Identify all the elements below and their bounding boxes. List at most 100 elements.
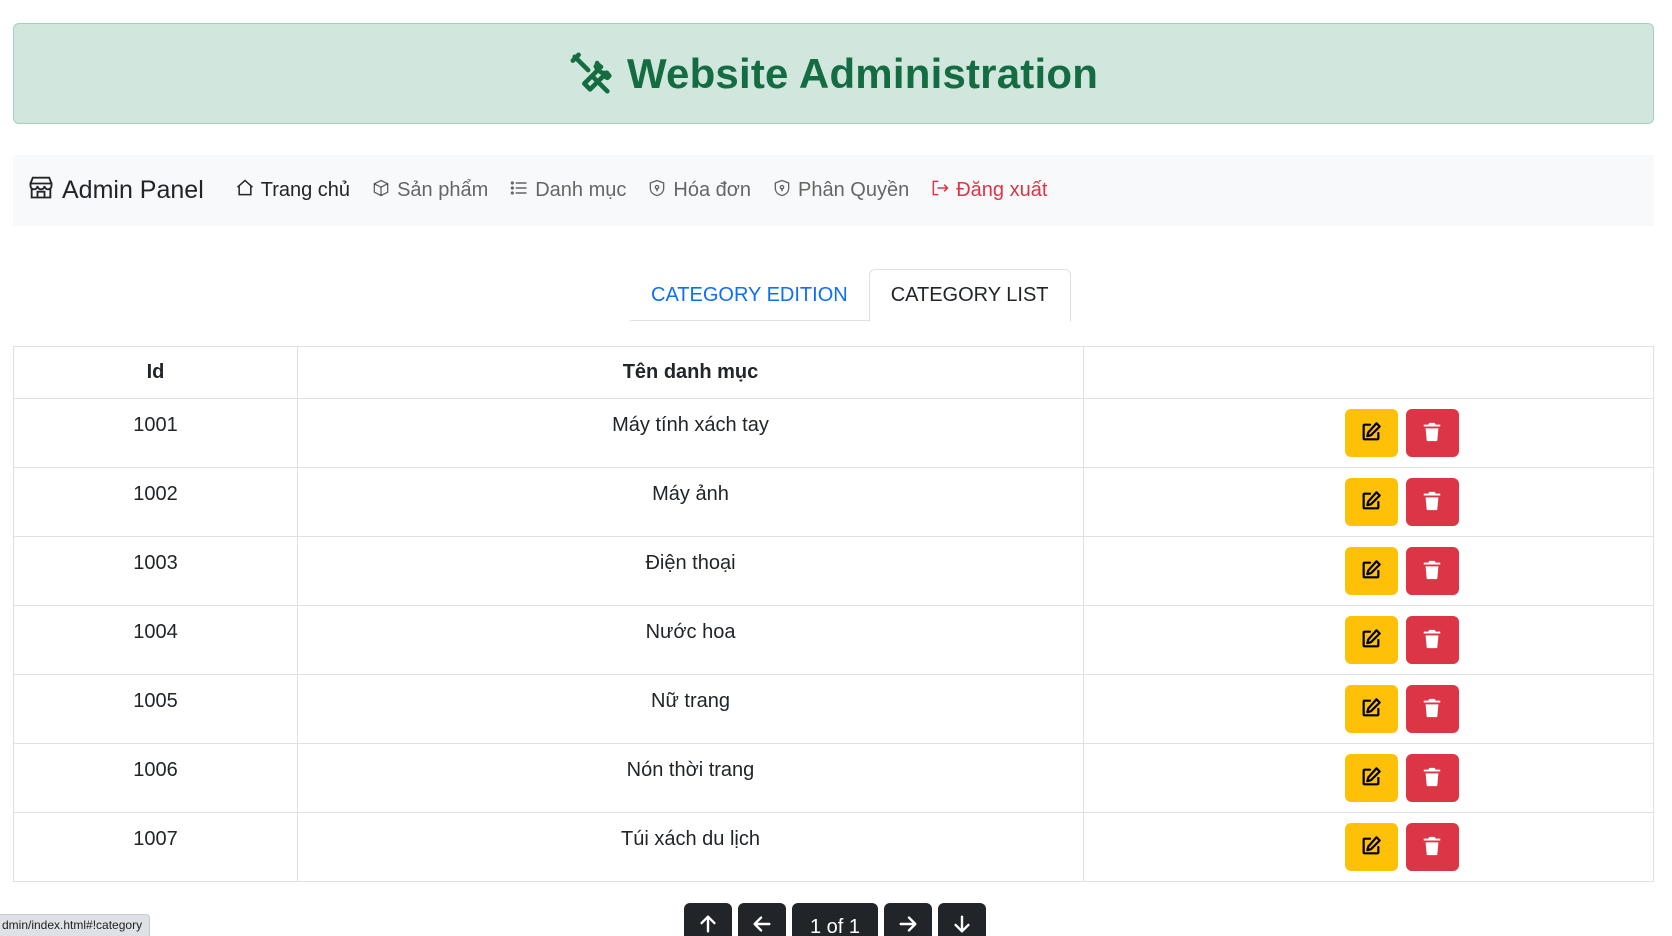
trash-icon — [1421, 490, 1443, 515]
cell-name: Nước hoa — [297, 605, 1084, 675]
edit-icon — [1360, 766, 1382, 791]
category-table: Id Tên danh mục 1001 Máy tính xách tay 100… — [13, 346, 1654, 882]
nav-invoices-label: Hóa đơn — [673, 179, 751, 201]
shield-icon — [647, 178, 667, 204]
edit-button[interactable] — [1344, 754, 1398, 802]
edit-icon — [1360, 835, 1382, 860]
edit-button[interactable] — [1344, 616, 1398, 664]
cell-id: 1003 — [13, 536, 298, 606]
edit-icon — [1360, 628, 1382, 653]
delete-button[interactable] — [1405, 547, 1459, 595]
trash-icon — [1421, 559, 1443, 584]
page-title: Website Administration — [626, 49, 1099, 97]
cell-actions — [1083, 467, 1654, 537]
cell-actions — [1083, 536, 1654, 606]
brand[interactable]: Admin Panel — [27, 173, 204, 208]
trash-icon — [1421, 421, 1443, 446]
table-row: 1004 Nước hoa — [13, 605, 1654, 675]
last-page-button[interactable] — [938, 903, 986, 936]
arrow-left-icon — [751, 913, 773, 936]
shield-icon — [772, 178, 792, 204]
table-row: 1006 Nón thời trang — [13, 743, 1654, 813]
trash-icon — [1421, 697, 1443, 722]
arrow-down-icon — [951, 913, 973, 936]
column-header-id: Id — [13, 346, 298, 399]
cell-actions — [1083, 674, 1654, 744]
delete-button[interactable] — [1405, 754, 1459, 802]
column-header-actions — [1083, 346, 1654, 399]
arrow-right-icon — [897, 913, 919, 936]
nav-permissions-label: Phân Quyền — [798, 179, 910, 201]
edit-icon — [1360, 421, 1382, 446]
prev-page-button[interactable] — [738, 903, 786, 936]
edit-button[interactable] — [1344, 547, 1398, 595]
table-row: 1007 Túi xách du lịch — [13, 812, 1654, 882]
page-indicator: 1 of 1 — [792, 903, 878, 936]
edit-button[interactable] — [1344, 685, 1398, 733]
delete-button[interactable] — [1405, 823, 1459, 871]
nav-home[interactable]: Trang chủ — [235, 178, 350, 204]
cell-actions — [1083, 812, 1654, 882]
cell-actions — [1083, 605, 1654, 675]
edit-icon — [1360, 490, 1382, 515]
nav-logout-label: Đăng xuất — [956, 179, 1048, 201]
pagination: 1 of 1 — [684, 903, 986, 936]
logout-icon — [930, 178, 950, 204]
delete-button[interactable] — [1405, 685, 1459, 733]
nav-products[interactable]: Sản phẩm — [371, 178, 488, 204]
header-banner: Website Administration — [13, 23, 1654, 124]
brand-label: Admin Panel — [62, 176, 204, 204]
cell-name: Nữ trang — [297, 674, 1084, 744]
table-row: 1005 Nữ trang — [13, 674, 1654, 744]
edit-icon — [1360, 697, 1382, 722]
table-row: 1002 Máy ảnh — [13, 467, 1654, 537]
house-icon — [235, 178, 255, 204]
cell-id: 1007 — [13, 812, 298, 882]
delete-button[interactable] — [1405, 478, 1459, 526]
cell-id: 1006 — [13, 743, 298, 813]
nav-categories[interactable]: Danh mục — [509, 178, 626, 204]
trash-icon — [1421, 628, 1443, 653]
tab-category-edition[interactable]: CATEGORY EDITION — [630, 269, 869, 321]
main-navbar: Admin Panel Trang chủ Sản phẩm Danh mục … — [13, 155, 1654, 226]
edit-button[interactable] — [1344, 823, 1398, 871]
first-page-button[interactable] — [684, 903, 732, 936]
cell-id: 1001 — [13, 398, 298, 468]
list-icon — [509, 178, 529, 204]
cell-name: Điện thoại — [297, 536, 1084, 606]
nav-invoices[interactable]: Hóa đơn — [647, 178, 751, 204]
next-page-button[interactable] — [884, 903, 932, 936]
cell-name: Máy ảnh — [297, 467, 1084, 537]
shop-icon — [27, 173, 55, 208]
cell-actions — [1083, 398, 1654, 468]
delete-button[interactable] — [1405, 409, 1459, 457]
delete-button[interactable] — [1405, 616, 1459, 664]
edit-button[interactable] — [1344, 409, 1398, 457]
tools-icon — [569, 51, 615, 97]
table-row: 1001 Máy tính xách tay — [13, 398, 1654, 468]
cell-actions — [1083, 743, 1654, 813]
browser-status-url: dmin/index.html#!category — [0, 914, 151, 936]
nav-categories-label: Danh mục — [535, 179, 627, 201]
cell-id: 1002 — [13, 467, 298, 537]
table-header-row: Id Tên danh mục — [13, 346, 1654, 399]
trash-icon — [1421, 835, 1443, 860]
category-tabs: CATEGORY EDITION CATEGORY LIST — [630, 269, 1071, 322]
cell-id: 1005 — [13, 674, 298, 744]
cell-name: Máy tính xách tay — [297, 398, 1084, 468]
edit-icon — [1360, 559, 1382, 584]
box-icon — [371, 178, 391, 204]
nav-products-label: Sản phẩm — [397, 179, 489, 201]
nav-permissions[interactable]: Phân Quyền — [772, 178, 909, 204]
cell-name: Nón thời trang — [297, 743, 1084, 813]
column-header-name: Tên danh mục — [297, 346, 1084, 399]
cell-name: Túi xách du lịch — [297, 812, 1084, 882]
arrow-up-icon — [697, 913, 719, 936]
nav-logout[interactable]: Đăng xuất — [930, 178, 1047, 204]
trash-icon — [1421, 766, 1443, 791]
tab-category-list[interactable]: CATEGORY LIST — [868, 269, 1071, 322]
nav-home-label: Trang chủ — [260, 179, 351, 201]
cell-id: 1004 — [13, 605, 298, 675]
edit-button[interactable] — [1344, 478, 1398, 526]
table-row: 1003 Điện thoại — [13, 536, 1654, 606]
